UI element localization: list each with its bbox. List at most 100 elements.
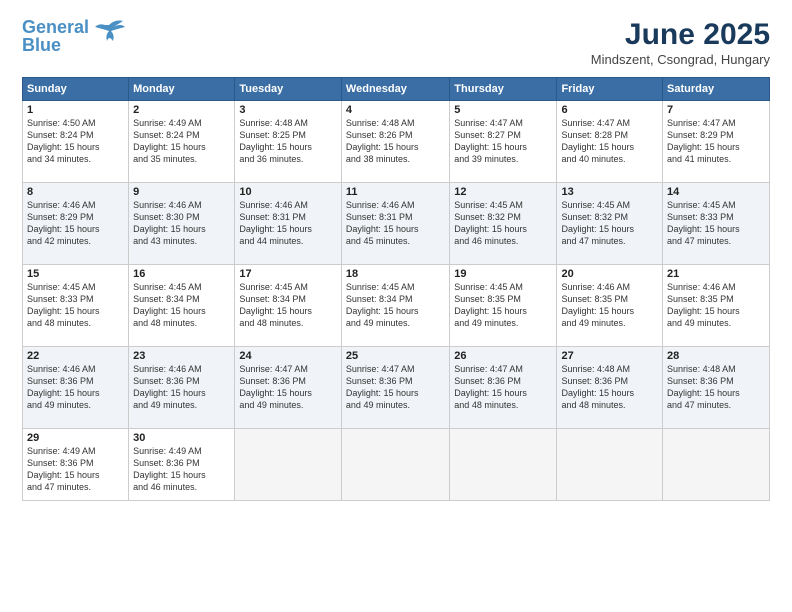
day-number: 14 xyxy=(667,186,765,198)
calendar-cell: 22Sunrise: 4:46 AM Sunset: 8:36 PM Dayli… xyxy=(23,347,129,429)
calendar-cell: 11Sunrise: 4:46 AM Sunset: 8:31 PM Dayli… xyxy=(341,183,449,265)
calendar-cell: 29Sunrise: 4:49 AM Sunset: 8:36 PM Dayli… xyxy=(23,429,129,501)
day-number: 9 xyxy=(133,186,230,198)
weekday-header: Thursday xyxy=(450,78,557,101)
day-number: 26 xyxy=(454,350,552,362)
calendar-cell: 30Sunrise: 4:49 AM Sunset: 8:36 PM Dayli… xyxy=(129,429,235,501)
calendar-cell: 10Sunrise: 4:46 AM Sunset: 8:31 PM Dayli… xyxy=(235,183,342,265)
calendar-week-row: 1Sunrise: 4:50 AM Sunset: 8:24 PM Daylig… xyxy=(23,101,770,183)
day-number: 5 xyxy=(454,104,552,116)
calendar-cell: 18Sunrise: 4:45 AM Sunset: 8:34 PM Dayli… xyxy=(341,265,449,347)
day-info: Sunrise: 4:47 AM Sunset: 8:36 PM Dayligh… xyxy=(239,363,337,412)
day-info: Sunrise: 4:45 AM Sunset: 8:34 PM Dayligh… xyxy=(133,281,230,330)
day-number: 29 xyxy=(27,432,124,444)
day-number: 20 xyxy=(561,268,658,280)
calendar-cell: 2Sunrise: 4:49 AM Sunset: 8:24 PM Daylig… xyxy=(129,101,235,183)
calendar-cell: 8Sunrise: 4:46 AM Sunset: 8:29 PM Daylig… xyxy=(23,183,129,265)
calendar-cell xyxy=(235,429,342,501)
day-number: 18 xyxy=(346,268,445,280)
day-number: 25 xyxy=(346,350,445,362)
calendar-cell: 15Sunrise: 4:45 AM Sunset: 8:33 PM Dayli… xyxy=(23,265,129,347)
calendar-week-row: 8Sunrise: 4:46 AM Sunset: 8:29 PM Daylig… xyxy=(23,183,770,265)
calendar-cell: 23Sunrise: 4:46 AM Sunset: 8:36 PM Dayli… xyxy=(129,347,235,429)
day-info: Sunrise: 4:46 AM Sunset: 8:31 PM Dayligh… xyxy=(346,199,445,248)
calendar-cell: 27Sunrise: 4:48 AM Sunset: 8:36 PM Dayli… xyxy=(557,347,663,429)
day-info: Sunrise: 4:45 AM Sunset: 8:34 PM Dayligh… xyxy=(346,281,445,330)
calendar-cell: 13Sunrise: 4:45 AM Sunset: 8:32 PM Dayli… xyxy=(557,183,663,265)
weekday-header: Sunday xyxy=(23,78,129,101)
day-number: 21 xyxy=(667,268,765,280)
day-info: Sunrise: 4:46 AM Sunset: 8:36 PM Dayligh… xyxy=(27,363,124,412)
calendar-cell: 20Sunrise: 4:46 AM Sunset: 8:35 PM Dayli… xyxy=(557,265,663,347)
day-number: 22 xyxy=(27,350,124,362)
weekday-header: Friday xyxy=(557,78,663,101)
day-number: 17 xyxy=(239,268,337,280)
day-info: Sunrise: 4:49 AM Sunset: 8:24 PM Dayligh… xyxy=(133,117,230,166)
day-info: Sunrise: 4:45 AM Sunset: 8:33 PM Dayligh… xyxy=(667,199,765,248)
calendar-cell: 1Sunrise: 4:50 AM Sunset: 8:24 PM Daylig… xyxy=(23,101,129,183)
calendar-week-row: 15Sunrise: 4:45 AM Sunset: 8:33 PM Dayli… xyxy=(23,265,770,347)
day-number: 12 xyxy=(454,186,552,198)
subtitle: Mindszent, Csongrad, Hungary xyxy=(591,52,770,67)
day-info: Sunrise: 4:46 AM Sunset: 8:36 PM Dayligh… xyxy=(133,363,230,412)
weekday-header: Wednesday xyxy=(341,78,449,101)
calendar-header-row: SundayMondayTuesdayWednesdayThursdayFrid… xyxy=(23,78,770,101)
day-number: 24 xyxy=(239,350,337,362)
calendar-cell xyxy=(450,429,557,501)
calendar-cell: 19Sunrise: 4:45 AM Sunset: 8:35 PM Dayli… xyxy=(450,265,557,347)
day-info: Sunrise: 4:45 AM Sunset: 8:32 PM Dayligh… xyxy=(454,199,552,248)
day-info: Sunrise: 4:47 AM Sunset: 8:27 PM Dayligh… xyxy=(454,117,552,166)
logo-text: GeneralBlue xyxy=(22,18,89,54)
calendar-week-row: 22Sunrise: 4:46 AM Sunset: 8:36 PM Dayli… xyxy=(23,347,770,429)
calendar-cell: 25Sunrise: 4:47 AM Sunset: 8:36 PM Dayli… xyxy=(341,347,449,429)
day-number: 8 xyxy=(27,186,124,198)
day-info: Sunrise: 4:46 AM Sunset: 8:30 PM Dayligh… xyxy=(133,199,230,248)
day-info: Sunrise: 4:48 AM Sunset: 8:25 PM Dayligh… xyxy=(239,117,337,166)
day-number: 19 xyxy=(454,268,552,280)
calendar-cell: 17Sunrise: 4:45 AM Sunset: 8:34 PM Dayli… xyxy=(235,265,342,347)
day-number: 6 xyxy=(561,104,658,116)
day-info: Sunrise: 4:46 AM Sunset: 8:35 PM Dayligh… xyxy=(667,281,765,330)
calendar-week-row: 29 Sunrise: 4:49 AM Sunset: 8:36 PM Dayli… xyxy=(23,429,770,501)
day-info: Sunrise: 4:47 AM Sunset: 8:36 PM Dayligh… xyxy=(454,363,552,412)
day-info: Sunrise: 4:47 AM Sunset: 8:28 PM Dayligh… xyxy=(561,117,658,166)
header: GeneralBlue June 2025 Mindszent, Csongra… xyxy=(22,18,770,67)
page: GeneralBlue June 2025 Mindszent, Csongra… xyxy=(0,0,792,612)
day-number: 11 xyxy=(346,186,445,198)
weekday-header: Tuesday xyxy=(235,78,342,101)
day-info: Sunrise: 4:45 AM Sunset: 8:35 PM Dayligh… xyxy=(454,281,552,330)
logo-bird-icon xyxy=(93,17,125,45)
calendar-cell: 26Sunrise: 4:47 AM Sunset: 8:36 PM Dayli… xyxy=(450,347,557,429)
calendar-cell: 7Sunrise: 4:47 AM Sunset: 8:29 PM Daylig… xyxy=(663,101,770,183)
day-info: Sunrise: 4:46 AM Sunset: 8:35 PM Dayligh… xyxy=(561,281,658,330)
calendar-cell: 12Sunrise: 4:45 AM Sunset: 8:32 PM Dayli… xyxy=(450,183,557,265)
calendar-cell: 9Sunrise: 4:46 AM Sunset: 8:30 PM Daylig… xyxy=(129,183,235,265)
day-info: Sunrise: 4:48 AM Sunset: 8:26 PM Dayligh… xyxy=(346,117,445,166)
day-info: Sunrise: 4:50 AM Sunset: 8:24 PM Dayligh… xyxy=(27,117,124,166)
day-number: 23 xyxy=(133,350,230,362)
day-number: 4 xyxy=(346,104,445,116)
day-number: 1 xyxy=(27,104,124,116)
calendar-cell: 4Sunrise: 4:48 AM Sunset: 8:26 PM Daylig… xyxy=(341,101,449,183)
day-info: Sunrise: 4:47 AM Sunset: 8:36 PM Dayligh… xyxy=(346,363,445,412)
main-title: June 2025 xyxy=(591,18,770,52)
calendar-cell: 3Sunrise: 4:48 AM Sunset: 8:25 PM Daylig… xyxy=(235,101,342,183)
calendar-cell xyxy=(663,429,770,501)
calendar-table: SundayMondayTuesdayWednesdayThursdayFrid… xyxy=(22,77,770,501)
calendar-cell xyxy=(557,429,663,501)
calendar-cell: 24Sunrise: 4:47 AM Sunset: 8:36 PM Dayli… xyxy=(235,347,342,429)
day-number: 30 xyxy=(133,432,230,444)
day-info: Sunrise: 4:49 AM Sunset: 8:36 PM Dayligh… xyxy=(133,445,230,494)
calendar-cell xyxy=(341,429,449,501)
day-number: 13 xyxy=(561,186,658,198)
day-number: 15 xyxy=(27,268,124,280)
weekday-header: Saturday xyxy=(663,78,770,101)
logo: GeneralBlue xyxy=(22,18,125,54)
calendar-cell: 28Sunrise: 4:48 AM Sunset: 8:36 PM Dayli… xyxy=(663,347,770,429)
calendar-cell: 16Sunrise: 4:45 AM Sunset: 8:34 PM Dayli… xyxy=(129,265,235,347)
day-number: 7 xyxy=(667,104,765,116)
day-info: Sunrise: 4:46 AM Sunset: 8:29 PM Dayligh… xyxy=(27,199,124,248)
day-number: 28 xyxy=(667,350,765,362)
day-info: Sunrise: 4:46 AM Sunset: 8:31 PM Dayligh… xyxy=(239,199,337,248)
day-number: 3 xyxy=(239,104,337,116)
